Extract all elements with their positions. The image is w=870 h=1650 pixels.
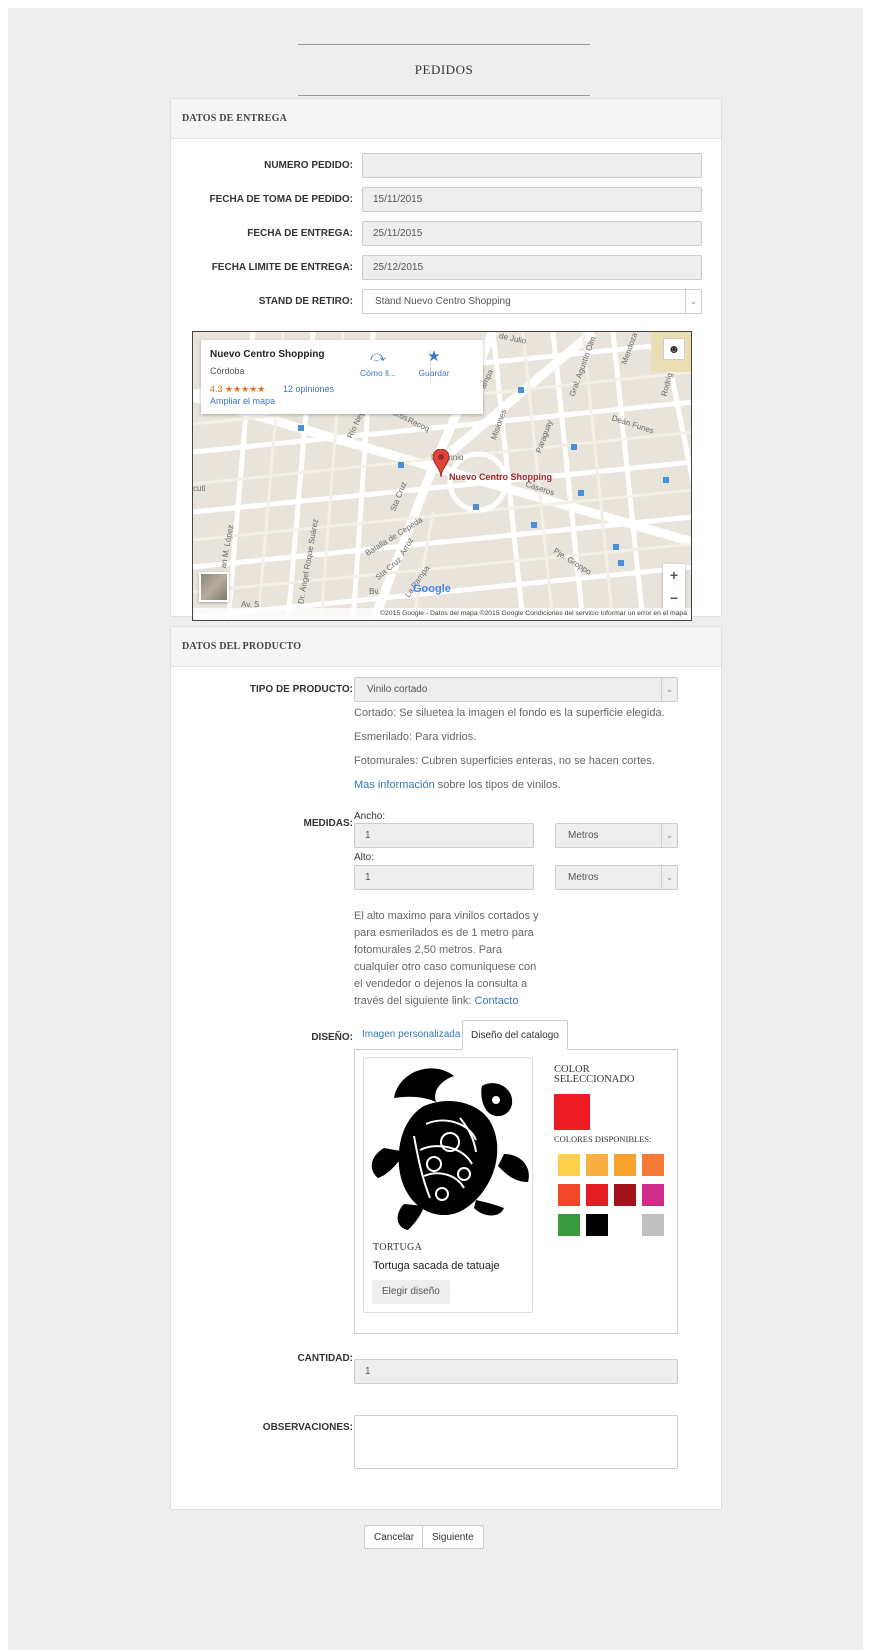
order-date-field[interactable]: 15/11/2015 xyxy=(362,187,702,212)
width-unit-select[interactable]: Metros ⌄ xyxy=(555,823,678,848)
measure-note-line: el vendedor o dejenos la consulta a xyxy=(354,978,528,990)
delivery-date-label: FECHA DE ENTREGA: xyxy=(247,228,353,239)
map-directions-button[interactable]: ⤼ Cómo ll... xyxy=(353,348,403,378)
color-swatch[interactable] xyxy=(586,1214,608,1236)
street-label: Bv. xyxy=(369,587,380,596)
color-swatch[interactable] xyxy=(642,1154,664,1176)
color-swatch[interactable] xyxy=(586,1184,608,1206)
color-swatch[interactable] xyxy=(558,1214,580,1236)
color-swatch[interactable] xyxy=(614,1154,636,1176)
measure-note-line: cualquier otro caso comuniquese con xyxy=(354,961,537,973)
color-swatch[interactable] xyxy=(614,1184,636,1206)
width-input[interactable]: 1 xyxy=(354,823,534,848)
zoom-out-button[interactable]: − xyxy=(663,587,685,610)
measure-note-line: través del siguiente link: Contacto xyxy=(354,995,519,1007)
selected-color-label-line: SELECCIONADO xyxy=(554,1074,635,1085)
product-type-label: TIPO DE PRODUCTO: xyxy=(249,684,353,695)
deadline-date-field[interactable]: 25/12/2015 xyxy=(362,255,702,280)
quantity-label: CANTIDAD: xyxy=(297,1353,353,1364)
cancel-button[interactable]: Cancelar xyxy=(364,1525,425,1549)
map-pin-label: Nuevo Centro Shopping xyxy=(449,472,552,482)
map-place-rating: 4.3 ★★★★★ xyxy=(210,384,266,394)
map-place-city: Córdoba xyxy=(210,366,245,376)
measure-note-line: El alto maximo para vinilos cortados y xyxy=(354,910,539,922)
design-title: TORTUGA xyxy=(373,1242,423,1253)
order-number-label: NUMERO PEDIDO: xyxy=(264,160,353,171)
tab-custom-image[interactable]: Imagen personalizada xyxy=(354,1020,468,1050)
help-text-cut: Cortado: Se siluetea la imagen el fondo … xyxy=(354,707,665,719)
design-label: DISEÑO: xyxy=(311,1032,353,1043)
delivery-panel: DATOS DE ENTREGA NUMERO PEDIDO: FECHA DE… xyxy=(170,98,722,621)
design-tabs: Imagen personalizada Diseño del catalogo xyxy=(354,1020,678,1334)
street-view-icon[interactable]: ☻ xyxy=(663,338,685,360)
page-background: PEDIDOS DATOS DE ENTREGA NUMERO PEDIDO: … xyxy=(8,8,863,1650)
width-label: Ancho: xyxy=(354,811,386,822)
quantity-input[interactable]: 1 xyxy=(354,1359,678,1384)
map-pin-icon[interactable] xyxy=(433,449,449,477)
help-text-mural: Fotomurales: Cubren superficies enteras,… xyxy=(354,755,655,767)
location-map[interactable]: ☻ de Julio Mendoza Gral. Agustín Olm Rod… xyxy=(192,331,692,621)
zoom-in-button[interactable]: + xyxy=(663,564,685,587)
page-title: PEDIDOS xyxy=(298,44,590,96)
observations-label: OBSERVACIONES: xyxy=(262,1422,353,1433)
choose-design-button[interactable]: Elegir diseño xyxy=(372,1280,450,1304)
map-enlarge-link[interactable]: Ampliar el mapa xyxy=(210,396,275,406)
selected-color-swatch xyxy=(554,1094,590,1130)
catalog-tab-panel: TORTUGA Tortuga sacada de tatuaje Elegir… xyxy=(354,1049,678,1334)
design-card: TORTUGA Tortuga sacada de tatuaje Elegir… xyxy=(363,1057,533,1313)
color-swatch[interactable] xyxy=(642,1184,664,1206)
measures-label: MEDIDAS: xyxy=(303,818,353,829)
height-input[interactable]: 1 xyxy=(354,865,534,890)
chevron-down-icon: ⌄ xyxy=(685,290,701,313)
map-zoom-control: + − xyxy=(663,564,685,610)
chevron-down-icon: ⌄ xyxy=(661,866,677,889)
map-reviews-link[interactable]: 12 opiniones xyxy=(283,384,334,394)
help-text-frosted: Esmerilado: Para vidrios. xyxy=(354,731,477,743)
height-label: Alto: xyxy=(354,852,375,863)
height-unit-select[interactable]: Metros ⌄ xyxy=(555,865,678,890)
street-label: cuti xyxy=(193,484,206,493)
map-save-button[interactable]: ★ Guardar xyxy=(409,348,459,378)
color-swatch[interactable] xyxy=(558,1184,580,1206)
chevron-down-icon: ⌄ xyxy=(661,678,677,701)
measure-note-line: para esmerilados es de 1 metro para xyxy=(354,927,534,939)
product-panel-title: DATOS DEL PRODUCTO xyxy=(171,627,721,667)
tab-catalog-design[interactable]: Diseño del catalogo xyxy=(462,1020,568,1050)
color-swatch[interactable] xyxy=(586,1154,608,1176)
google-logo: Google xyxy=(413,583,451,595)
delivery-panel-title: DATOS DE ENTREGA xyxy=(171,99,721,139)
order-number-field[interactable] xyxy=(362,153,702,178)
next-button[interactable]: Siguiente xyxy=(422,1525,484,1549)
design-description: Tortuga sacada de tatuaje xyxy=(373,1260,500,1272)
observations-textarea[interactable] xyxy=(354,1415,678,1469)
order-date-label: FECHA DE TOMA DE PEDIDO: xyxy=(209,194,353,205)
help-text-more-info: Mas información sobre los tipos de vinil… xyxy=(354,779,561,791)
color-swatch[interactable] xyxy=(614,1214,636,1236)
map-place-name: Nuevo Centro Shopping xyxy=(210,349,325,360)
measure-note-line: fotomurales 2,50 metros. Para xyxy=(354,944,502,956)
color-swatch[interactable] xyxy=(642,1214,664,1236)
delivery-date-field[interactable]: 25/11/2015 xyxy=(362,221,702,246)
satellite-toggle[interactable] xyxy=(199,572,229,602)
chevron-down-icon: ⌄ xyxy=(661,824,677,847)
color-swatch[interactable] xyxy=(558,1154,580,1176)
map-place-card: Nuevo Centro Shopping Córdoba 4.3 ★★★★★ … xyxy=(201,340,483,414)
deadline-date-label: FECHA LIMITE DE ENTREGA: xyxy=(211,262,353,273)
directions-icon: ⤼ xyxy=(369,348,387,365)
pickup-stand-select[interactable]: Stand Nuevo Centro Shopping ⌄ xyxy=(362,289,702,314)
pickup-stand-label: STAND DE RETIRO: xyxy=(258,296,353,307)
available-colors-label: COLORES DISPONIBLES: xyxy=(554,1134,652,1144)
contact-link[interactable]: Contacto xyxy=(474,995,518,1007)
star-icon: ★ xyxy=(427,348,441,365)
turtle-design-image xyxy=(371,1068,529,1230)
more-info-link[interactable]: Mas información xyxy=(354,779,435,791)
map-footer: ©2015 Google - Datos del mapa ©2015 Goog… xyxy=(193,608,691,620)
product-panel: DATOS DEL PRODUCTO TIPO DE PRODUCTO: Vin… xyxy=(170,626,722,1510)
product-type-select[interactable]: Vinilo cortado ⌄ xyxy=(354,677,678,702)
